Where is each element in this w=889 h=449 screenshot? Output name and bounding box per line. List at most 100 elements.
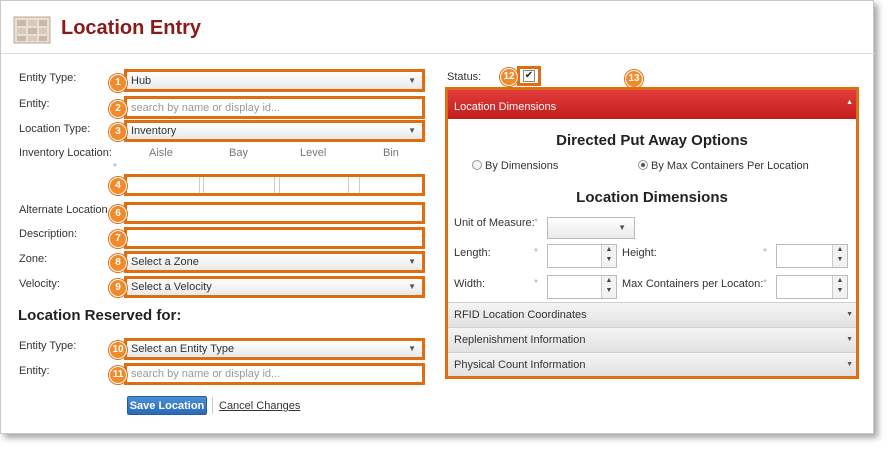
chevron-up-icon: ▲ [846,99,853,106]
stepper-arrows-icon[interactable]: ▲ ▼ [832,276,847,298]
status-checkbox[interactable]: ✔ [523,70,535,82]
entity-search-input[interactable]: search by name or display id... [127,99,422,116]
entity-highlight: search by name or display id... [124,96,425,119]
callout-badge-3: 3 [109,123,127,141]
callout-badge-6: 6 [109,205,127,223]
zone-highlight: Select a Zone ▼ [124,251,425,273]
radio-selected-icon [638,160,648,170]
replenishment-label: Replenishment Information [454,334,586,346]
alternate-location-label: Alternate Location [19,204,108,216]
page-title: Location Entry [61,17,202,39]
reserved-entity-type-highlight: Select an Entity Type ▼ [124,338,425,360]
header-divider [1,53,875,54]
velocity-label: Velocity: [19,278,60,290]
required-asterisk: * [763,278,767,289]
radio-by-dimensions[interactable]: By Dimensions [472,160,558,172]
callout-badge-2: 2 [109,100,127,118]
reserved-entity-search-placeholder: search by name or display id... [131,368,281,380]
rfid-coordinates-label: RFID Location Coordinates [454,309,587,321]
uom-label: Unit of Measure: [454,217,535,229]
zone-select[interactable]: Select a Zone ▼ [127,254,422,270]
location-dimensions-heading: Location Dimensions [576,189,728,206]
replenishment-accordion[interactable]: Replenishment Information ▼ [448,327,856,352]
chevron-down-icon: ▼ [846,361,853,368]
physical-count-label: Physical Count Information [454,359,586,371]
location-type-highlight: Inventory ▼ [124,120,425,142]
chevron-down-icon: ▼ [846,311,853,318]
height-stepper[interactable]: ▲ ▼ [776,244,848,268]
entity-label: Entity: [19,98,50,110]
max-containers-label: Max Containers per Locaton: [622,278,764,290]
velocity-highlight: Select a Velocity ▼ [124,276,425,298]
callout-badge-1: 1 [109,74,127,92]
radio-by-max-containers[interactable]: By Max Containers Per Location [638,160,809,172]
stepper-arrows-icon[interactable]: ▲ ▼ [601,245,616,267]
radio-by-max-containers-label: By Max Containers Per Location [651,160,809,172]
chevron-down-icon: ▼ [408,126,416,135]
zone-label: Zone: [19,253,48,265]
chevron-down-icon: ▼ [408,282,416,291]
required-asterisk: * [113,162,117,173]
chevron-down-icon: ▼ [846,336,853,343]
reserved-entity-highlight: search by name or display id... [124,363,425,385]
level-input[interactable] [279,177,349,193]
aisle-input[interactable] [127,177,200,193]
length-stepper[interactable]: ▲ ▼ [547,244,617,268]
required-asterisk: * [534,278,538,289]
warehouse-shelves-icon [13,16,51,44]
velocity-select[interactable]: Select a Velocity ▼ [127,279,422,295]
callout-badge-7: 7 [109,230,127,248]
width-label: Width: [454,278,486,290]
width-stepper[interactable]: ▲ ▼ [547,275,617,299]
reserved-entity-label: Entity: [19,365,50,377]
required-asterisk: * [534,247,538,258]
chevron-down-icon: ▼ [618,223,626,232]
location-type-label: Location Type: [19,123,91,135]
rfid-coordinates-accordion[interactable]: RFID Location Coordinates ▼ [448,302,856,327]
status-label: Status: [447,71,482,83]
entity-type-highlight: Hub ▼ [124,69,425,92]
entity-type-select[interactable]: Hub ▼ [127,72,422,89]
height-label: Height: [622,247,657,259]
physical-count-accordion[interactable]: Physical Count Information ▼ [448,352,856,376]
callout-badge-9: 9 [109,279,127,297]
put-away-options-heading: Directed Put Away Options [556,132,748,149]
stepper-arrows-icon[interactable]: ▲ ▼ [601,276,616,298]
callout-badge-13: 13 [625,70,643,88]
reserved-section-heading: Location Reserved for: [18,307,182,324]
cancel-changes-link[interactable]: Cancel Changes [219,400,300,412]
length-label: Length: [454,247,491,259]
required-asterisk: * [763,247,767,258]
callout-badge-8: 8 [109,254,127,272]
stepper-arrows-icon[interactable]: ▲ ▼ [832,245,847,267]
reserved-entity-type-select[interactable]: Select an Entity Type ▼ [127,341,422,357]
bay-input[interactable] [203,177,275,193]
entity-type-value: Hub [131,75,152,87]
alternate-location-input[interactable] [124,202,425,224]
callout-badge-4: 4 [109,177,127,195]
reserved-entity-type-label: Entity Type: [19,340,77,352]
level-column-label: Level [300,147,327,159]
required-asterisk: * [534,217,538,228]
location-type-select[interactable]: Inventory ▼ [127,123,422,139]
callout-badge-10: 10 [109,341,127,359]
max-containers-stepper[interactable]: ▲ ▼ [776,275,848,299]
bay-column-label: Bay [229,147,248,159]
accordion-header-label: Location Dimensions [454,101,557,113]
location-type-value: Inventory [131,125,177,137]
aisle-column-label: Aisle [149,147,173,159]
velocity-value: Select a Velocity [131,281,212,293]
bin-input[interactable] [359,177,423,193]
reserved-entity-search-input[interactable]: search by name or display id... [127,366,422,382]
description-input[interactable] [124,227,425,249]
uom-select[interactable]: ▼ [547,217,635,239]
location-dimensions-accordion-header[interactable]: Location Dimensions ▲ [448,90,856,119]
reserved-entity-type-value: Select an Entity Type [131,343,235,355]
callout-badge-12: 12 [500,68,518,86]
radio-circle-icon [472,160,482,170]
save-location-button[interactable]: Save Location [127,396,207,415]
description-label: Description: [19,228,78,240]
button-separator [212,397,213,414]
status-highlight: ✔ [517,66,541,86]
entity-type-label: Entity Type: [19,72,77,84]
